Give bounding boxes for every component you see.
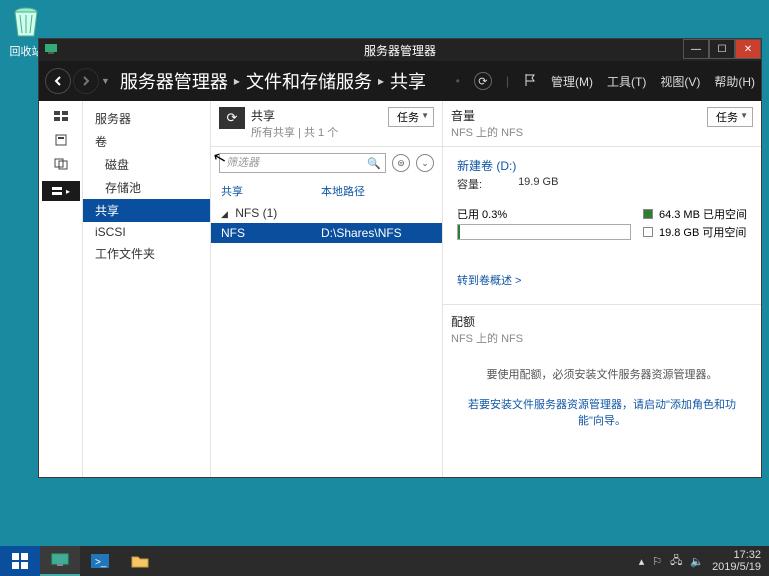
menu-help[interactable]: 帮助(H) [714, 73, 755, 90]
shares-title: 共享 [251, 107, 338, 124]
rail-all-servers-icon[interactable] [51, 157, 71, 171]
tray-flag-icon[interactable]: ⚐ [652, 555, 662, 568]
filter-input[interactable]: 筛选器 🔍 [219, 153, 386, 173]
legend-free-label: 19.8 GB 可用空间 [659, 224, 746, 240]
close-button[interactable]: ✕ [735, 39, 761, 59]
nav-forward-button[interactable] [73, 68, 99, 94]
filter-options-button[interactable]: ⊜ [392, 154, 410, 172]
taskbar: >_ ▴ ⚐ 🖧 🔈 17:32 2019/5/19 [0, 546, 769, 576]
search-icon[interactable]: 🔍 [367, 157, 381, 170]
refresh-shares-icon[interactable]: ⟳ [219, 107, 245, 129]
tray-arrow-icon[interactable]: ▴ [639, 555, 645, 568]
refresh-icon[interactable]: ⟳ [474, 72, 492, 90]
legend-used-label: 64.3 MB 已用空间 [659, 206, 747, 222]
quota-title: 配额 [451, 313, 753, 330]
breadcrumb[interactable]: 服务器管理器 ▸ 文件和存储服务 ▸ 共享 [120, 68, 426, 94]
tray-network-icon[interactable]: 🖧 [670, 552, 682, 571]
rail-servers-icon[interactable] [51, 133, 71, 147]
filter-expand-button[interactable]: ⌄ [416, 154, 434, 172]
shares-tasks-button[interactable]: 任务 [388, 107, 434, 127]
usage-bar [457, 224, 631, 240]
share-group-nfs[interactable]: ◢ NFS (1) [211, 203, 442, 223]
volume-name: 新建卷 (D:) [457, 157, 747, 174]
pipe: • [456, 74, 460, 88]
chevron-right-icon: ▸ [378, 74, 384, 88]
sidebar-item-shares[interactable]: 共享 [83, 199, 210, 222]
volume-tasks-button[interactable]: 任务 [707, 107, 753, 127]
share-name: NFS [221, 226, 321, 240]
nav-dropdown-icon[interactable]: ▼ [101, 76, 110, 86]
capacity-label: 容量: [457, 176, 482, 192]
rail-file-services-icon[interactable]: ▸ [42, 181, 80, 201]
share-row[interactable]: NFS D:\Shares\NFS [211, 223, 442, 243]
window-title: 服务器管理器 [364, 42, 436, 59]
taskbar-powershell[interactable]: >_ [80, 546, 120, 576]
sidebar: 服务器 卷 磁盘 存储池 共享 iSCSI 工作文件夹 [83, 101, 211, 477]
svg-text:>_: >_ [95, 557, 107, 568]
menu-tools[interactable]: 工具(T) [607, 73, 646, 90]
sidebar-item-iscsi[interactable]: iSCSI [83, 222, 210, 242]
capacity-value: 19.9 GB [518, 176, 558, 192]
used-percent-label: 已用 0.3% [457, 206, 631, 222]
clock[interactable]: 17:32 2019/5/19 [712, 549, 761, 573]
taskbar-explorer[interactable] [120, 546, 160, 576]
sidebar-item-storage-pools[interactable]: 存储池 [83, 176, 210, 199]
volume-panel: 音量 NFS 上的 NFS 任务 新建卷 (D:) 容量: 19.9 GB 已用… [443, 101, 761, 477]
legend-used-swatch [643, 209, 653, 219]
col-header-share[interactable]: 共享 [221, 183, 321, 199]
clock-date: 2019/5/19 [712, 561, 761, 573]
chevron-right-icon: ▸ [234, 74, 240, 88]
app-icon [43, 41, 59, 57]
sidebar-item-disks[interactable]: 磁盘 [83, 153, 210, 176]
legend-free-swatch [643, 227, 653, 237]
breadcrumb-2[interactable]: 共享 [390, 68, 426, 94]
pipe: | [506, 74, 509, 88]
menu-view[interactable]: 视图(V) [660, 73, 700, 90]
start-button[interactable] [0, 546, 40, 576]
breadcrumb-1[interactable]: 文件和存储服务 [246, 68, 372, 94]
quota-install-link[interactable]: 若要安装文件服务器资源管理器，请启动"添加角色和功能"向导。 [443, 392, 761, 432]
maximize-button[interactable]: ☐ [709, 39, 735, 59]
clock-time: 17:32 [712, 549, 761, 561]
breadcrumb-0[interactable]: 服务器管理器 [120, 68, 228, 94]
share-group-label: NFS (1) [235, 206, 277, 220]
goto-volume-overview-link[interactable]: 转到卷概述 > [457, 272, 521, 288]
menu-manage[interactable]: 管理(M) [551, 73, 593, 90]
quota-subtitle: NFS 上的 NFS [451, 330, 753, 346]
nav-back-button[interactable] [45, 68, 71, 94]
col-header-path[interactable]: 本地路径 [321, 183, 365, 199]
volume-title: 音量 [451, 107, 523, 124]
sidebar-item-work-folders[interactable]: 工作文件夹 [83, 242, 210, 265]
header-bar: ▼ 服务器管理器 ▸ 文件和存储服务 ▸ 共享 • ⟳ | 管理(M) 工具(T… [39, 61, 761, 101]
sidebar-item-volumes[interactable]: 卷 [83, 130, 210, 153]
share-path: D:\Shares\NFS [321, 226, 402, 240]
titlebar[interactable]: 服务器管理器 — ☐ ✕ [39, 39, 761, 61]
shares-subtitle: 所有共享 | 共 1 个 [251, 124, 338, 140]
filter-placeholder: 筛选器 [226, 157, 259, 169]
server-manager-window: 服务器管理器 — ☐ ✕ ▼ 服务器管理器 ▸ 文件和存储服务 ▸ 共享 • ⟳ [38, 38, 762, 478]
volume-subtitle: NFS 上的 NFS [451, 124, 523, 140]
sidebar-item-servers[interactable]: 服务器 [83, 107, 210, 130]
icon-rail: ▸ [39, 101, 83, 477]
usage-bar-fill [458, 225, 460, 239]
tray-sound-icon[interactable]: 🔈 [690, 555, 704, 568]
shares-panel: ⟳ 共享 所有共享 | 共 1 个 任务 筛选器 🔍 ⊜ ⌄ [211, 101, 443, 477]
taskbar-server-manager[interactable] [40, 546, 80, 576]
rail-dashboard-icon[interactable] [51, 109, 71, 123]
minimize-button[interactable]: — [683, 39, 709, 59]
quota-install-message: 要使用配额，必须安装文件服务器资源管理器。 [443, 348, 761, 392]
triangle-down-icon: ◢ [221, 209, 228, 219]
flag-icon[interactable] [523, 73, 537, 90]
